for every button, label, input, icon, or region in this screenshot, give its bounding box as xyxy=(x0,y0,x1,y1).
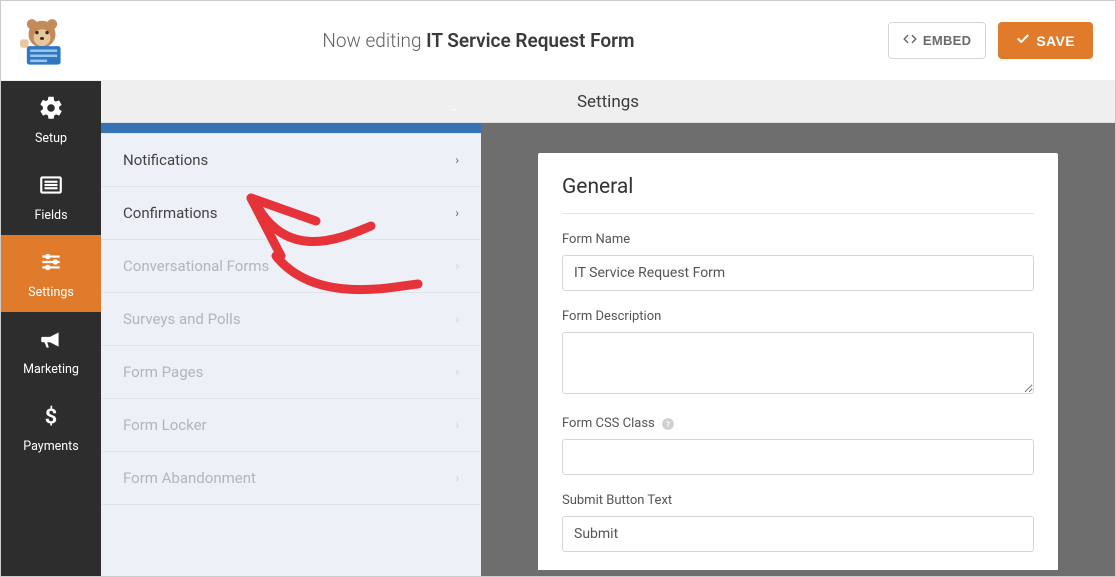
svg-text:?: ? xyxy=(666,419,670,428)
app-logo xyxy=(15,14,69,68)
chevron-down-icon: ⌄ xyxy=(449,100,459,114)
nav-label: Setup xyxy=(35,131,67,146)
main-panel: Settings General Form Name Form Descript… xyxy=(481,81,1115,576)
save-button[interactable]: SAVE xyxy=(998,22,1093,59)
field-submit-button-text: Submit Button Text xyxy=(562,493,1034,552)
nav-label: Fields xyxy=(34,208,67,223)
sliders-icon xyxy=(38,249,64,279)
chevron-right-icon: › xyxy=(455,471,459,485)
bear-mascot-icon xyxy=(15,14,69,68)
editing-form-name: IT Service Request Form xyxy=(426,29,634,52)
settings-item-conversational-forms[interactable]: Conversational Forms › xyxy=(101,240,481,293)
topbar: Now editing IT Service Request Form EMBE… xyxy=(1,1,1115,81)
check-icon xyxy=(1016,32,1030,49)
form-name-label: Form Name xyxy=(562,232,1034,247)
nav-setup[interactable]: Setup xyxy=(1,81,101,158)
gear-icon xyxy=(38,95,64,125)
nav-fields[interactable]: Fields xyxy=(1,158,101,235)
form-description-textarea[interactable] xyxy=(562,332,1034,394)
save-button-label: SAVE xyxy=(1036,33,1075,49)
page-header-bar: Settings xyxy=(101,81,1115,123)
form-name-input[interactable] xyxy=(562,255,1034,291)
form-css-input[interactable] xyxy=(562,439,1034,475)
field-form-description: Form Description xyxy=(562,309,1034,398)
form-css-label-text: Form CSS Class xyxy=(562,416,655,431)
svg-text:$: $ xyxy=(45,405,57,429)
chevron-right-icon: › xyxy=(455,312,459,326)
submit-button-text-label: Submit Button Text xyxy=(562,493,1034,508)
settings-item-label: Conversational Forms xyxy=(123,257,269,275)
settings-item-label: Form Locker xyxy=(123,416,207,434)
chevron-right-icon: › xyxy=(455,259,459,273)
topbar-actions: EMBED SAVE xyxy=(888,22,1093,59)
settings-item-notifications[interactable]: Notifications › xyxy=(101,134,481,187)
nav-label: Marketing xyxy=(23,362,79,377)
nav-label: Payments xyxy=(23,439,78,454)
nav-settings[interactable]: Settings xyxy=(1,235,101,312)
editing-title: Now editing IT Service Request Form xyxy=(69,29,888,52)
submit-button-text-input[interactable] xyxy=(562,516,1034,552)
bullhorn-icon xyxy=(38,326,64,356)
panel-heading: General xyxy=(562,175,1034,214)
chevron-right-icon: › xyxy=(455,365,459,379)
page-title: Settings xyxy=(577,92,639,112)
settings-submenu: General ⌄ Notifications › Confirmations … xyxy=(101,81,481,576)
general-settings-card: General Form Name Form Description Form … xyxy=(538,153,1058,570)
form-description-label: Form Description xyxy=(562,309,1034,324)
embed-button-label: EMBED xyxy=(923,33,971,48)
chevron-right-icon: › xyxy=(455,206,459,220)
settings-item-label: Surveys and Polls xyxy=(123,310,241,328)
field-form-name: Form Name xyxy=(562,232,1034,291)
settings-item-surveys-polls[interactable]: Surveys and Polls › xyxy=(101,293,481,346)
code-icon xyxy=(903,32,917,49)
field-form-css-class: Form CSS Class ? xyxy=(562,416,1034,475)
embed-button[interactable]: EMBED xyxy=(888,22,986,59)
help-icon[interactable]: ? xyxy=(661,417,675,431)
dollar-icon: $ xyxy=(38,403,64,433)
nav-marketing[interactable]: Marketing xyxy=(1,312,101,389)
nav-payments[interactable]: $ Payments xyxy=(1,389,101,466)
settings-item-label: Notifications xyxy=(123,151,208,169)
nav-label: Settings xyxy=(28,285,74,300)
chevron-right-icon: › xyxy=(455,153,459,167)
editing-prefix: Now editing xyxy=(322,29,426,52)
settings-item-form-locker[interactable]: Form Locker › xyxy=(101,399,481,452)
settings-item-form-abandonment[interactable]: Form Abandonment › xyxy=(101,452,481,505)
settings-item-confirmations[interactable]: Confirmations › xyxy=(101,187,481,240)
settings-item-form-pages[interactable]: Form Pages › xyxy=(101,346,481,399)
settings-item-label: Form Pages xyxy=(123,363,203,381)
chevron-right-icon: › xyxy=(455,418,459,432)
primary-nav-sidebar: Setup Fields Settings Marketing $ Paymen… xyxy=(1,81,101,576)
list-icon xyxy=(38,172,64,202)
form-css-label: Form CSS Class ? xyxy=(562,416,1034,431)
settings-item-label: Form Abandonment xyxy=(123,469,256,487)
settings-item-label: Confirmations xyxy=(123,204,217,222)
